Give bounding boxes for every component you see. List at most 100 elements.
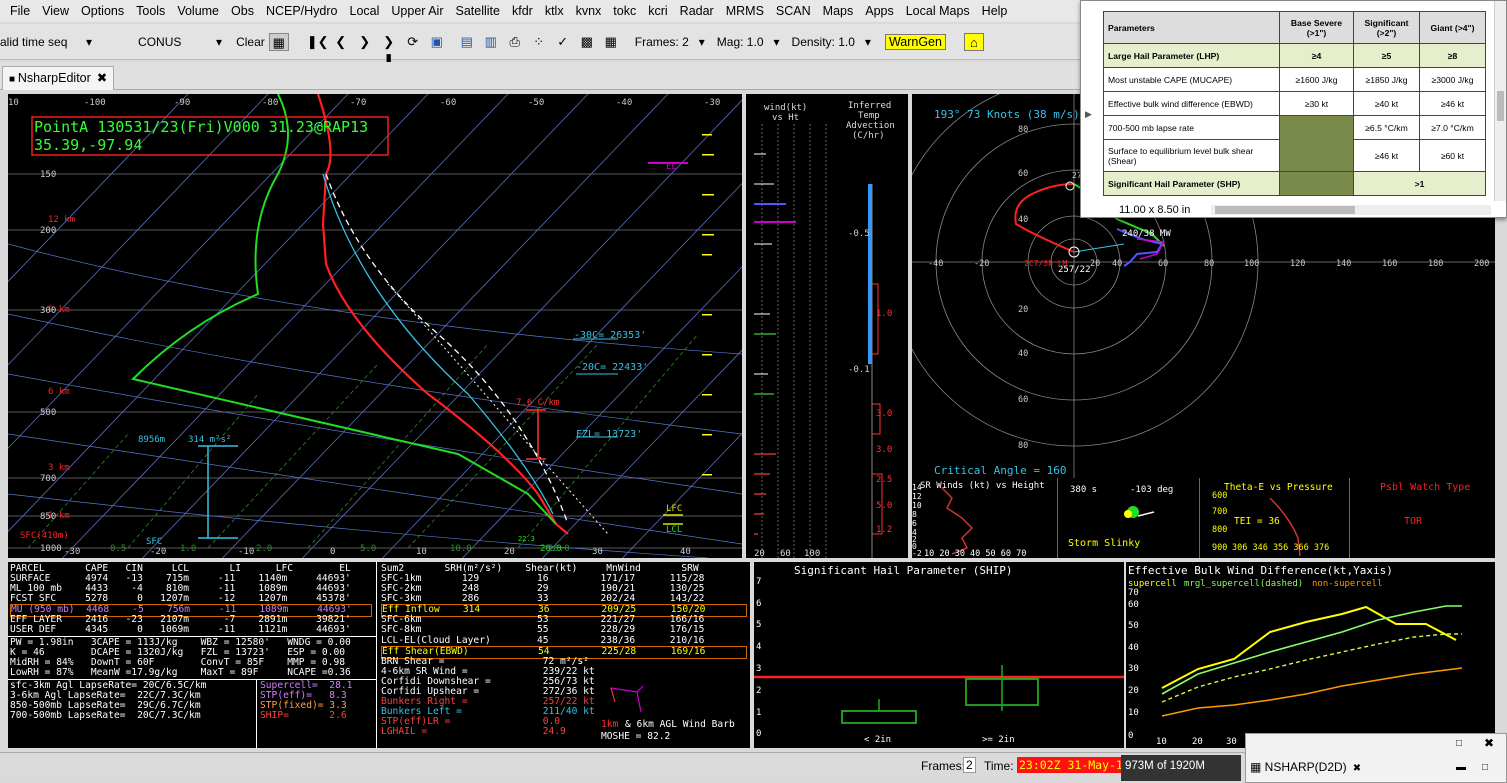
- hodo-y-60: 60: [1018, 169, 1028, 179]
- p-label-150: 150: [40, 170, 56, 180]
- sr-winds-trace: [941, 487, 974, 555]
- close-icon[interactable]: ✖: [1484, 736, 1494, 750]
- first-frame-icon[interactable]: ❚❮: [307, 33, 329, 51]
- nsharp-icon: ■: [9, 74, 18, 85]
- refresh-icon[interactable]: ▣: [427, 33, 447, 51]
- maximize-icon[interactable]: □: [1482, 762, 1488, 773]
- mix-label-5: 5.0: [360, 544, 376, 554]
- wind-axis-60: 60: [780, 549, 791, 558]
- kinematic-data-panel: Sum2 SRH(m²/s²) Shear(kt) MnWind SRW SFC…: [376, 562, 750, 748]
- menu-view[interactable]: View: [36, 4, 75, 18]
- wind-height-graph: wind(kt) vs Ht 20 60 100: [754, 103, 827, 558]
- scroll-left-arrow-icon[interactable]: ▶: [1085, 109, 1092, 120]
- menu-help[interactable]: Help: [976, 4, 1014, 18]
- menu-local[interactable]: Local: [344, 4, 386, 18]
- hail-parameter-popup[interactable]: Parameters Base Severe (>1") Significant…: [1080, 0, 1507, 218]
- kin-row-6: SFC-8km 55 228/29 176/15: [381, 624, 705, 635]
- panel-quad-icon[interactable]: ▦: [601, 33, 621, 51]
- panel-single-icon[interactable]: ▩: [577, 33, 597, 51]
- time-status-value: 23:02Z 31-May-13: [1017, 757, 1132, 773]
- menu-mrms[interactable]: MRMS: [720, 4, 770, 18]
- table-header-base: Base Severe (>1"): [1279, 11, 1354, 44]
- next-frame-icon[interactable]: ❯: [355, 33, 375, 51]
- ebwd-supercell-line: [1161, 605, 1457, 689]
- menu-ktlx[interactable]: ktlx: [539, 4, 570, 18]
- hodo-x-60: 60: [1158, 259, 1168, 269]
- menu-local-maps[interactable]: Local Maps: [900, 4, 976, 18]
- prev-frame-icon[interactable]: ❮: [331, 33, 351, 51]
- density-dropdown[interactable]: Density: 1.0 ▾: [792, 35, 871, 49]
- menu-tokc[interactable]: tokc: [607, 4, 642, 18]
- menu-kvnx[interactable]: kvnx: [570, 4, 608, 18]
- moshe-label: MOSHE = 82.2: [601, 731, 671, 742]
- menu-tools[interactable]: Tools: [130, 4, 171, 18]
- menu-apps[interactable]: Apps: [859, 4, 900, 18]
- hodo-x-80: 80: [1204, 259, 1214, 269]
- tab-nsharp-editor[interactable]: ■ NsharpEditor ✖: [2, 66, 115, 90]
- skewt-panel[interactable]: PointA 130531/23(Fri)V000 31.23@RAP13 35…: [8, 94, 742, 558]
- memory-usage[interactable]: 973M of 1920M: [1121, 755, 1241, 781]
- menu-maps[interactable]: Maps: [817, 4, 860, 18]
- restore-icon[interactable]: ▬: [1456, 762, 1466, 773]
- vertical-scrollbar[interactable]: [1494, 1, 1506, 201]
- menu-radar[interactable]: Radar: [674, 4, 720, 18]
- mag-dropdown[interactable]: Mag: 1.0 ▾: [717, 35, 780, 49]
- horizontal-scrollbar[interactable]: [1211, 205, 1491, 215]
- sr-y-6: 6: [912, 519, 917, 528]
- table-cell: ≥30 kt: [1279, 91, 1354, 116]
- hodo-y-60b: 60: [1018, 395, 1028, 405]
- advect-title-2: Temp: [858, 111, 880, 121]
- nsharp-tab[interactable]: ▦ NSHARP(D2D) ✖: [1250, 760, 1361, 774]
- minimize-icon[interactable]: □: [1456, 738, 1462, 749]
- menu-volume[interactable]: Volume: [171, 4, 225, 18]
- print-icon[interactable]: ⎙: [505, 33, 525, 51]
- nsharp-d2d-window[interactable]: □ ✖ ▦ NSHARP(D2D) ✖ ▬ □: [1245, 733, 1507, 783]
- close-icon[interactable]: ✖: [1353, 763, 1361, 774]
- ebwd-title: Effective Bulk Wind Difference(kt,Yaxis): [1128, 564, 1393, 577]
- menu-satellite[interactable]: Satellite: [450, 4, 506, 18]
- virtual-temp-trace: [387, 283, 609, 535]
- advect-title-4: (C/hr): [852, 131, 885, 141]
- sfc-dewpoint-value: 22.3: [518, 535, 535, 543]
- menu-obs[interactable]: Obs: [225, 4, 260, 18]
- image-icon[interactable]: ▤: [457, 33, 477, 51]
- graph-icon[interactable]: ▥: [481, 33, 501, 51]
- area-dropdown[interactable]: CONUS ▾: [138, 35, 222, 49]
- valid-time-seq-dropdown[interactable]: alid time seq ▾: [0, 35, 92, 49]
- divider: [256, 679, 257, 748]
- menu-upper-air[interactable]: Upper Air: [385, 4, 449, 18]
- last-frame-icon[interactable]: ❯❚: [379, 33, 399, 67]
- menu-kfdr[interactable]: kfdr: [506, 4, 539, 18]
- critical-angle-label: Critical Angle = 160: [934, 464, 1066, 477]
- parcel-trace: [325, 173, 569, 525]
- sfc-height-label: SFC(410m): [20, 531, 69, 541]
- tab-label: NsharpEditor: [17, 71, 91, 85]
- hodo-x-m20: -20: [974, 259, 989, 269]
- t-top-m40: -40: [616, 98, 632, 108]
- frames-dropdown[interactable]: Frames: 2 ▾: [635, 35, 705, 49]
- ebwd-x-20: 20: [1192, 737, 1203, 747]
- status-bar: Frames: 2 Time: 23:02Z 31-May-13 973M of…: [0, 733, 1507, 783]
- table-cell: ≥1600 J/kg: [1279, 67, 1354, 92]
- home-icon[interactable]: ⌂: [963, 32, 984, 51]
- menu-kcri[interactable]: kcri: [642, 4, 673, 18]
- comp-ship: SHIP= 2.6: [260, 710, 347, 721]
- menu-options[interactable]: Options: [75, 4, 130, 18]
- menu-file[interactable]: File: [4, 4, 36, 18]
- eff-inflow-srh-label: 314 m²s²: [188, 435, 231, 445]
- time-status-label: Time:: [984, 759, 1014, 773]
- eff-inflow-height-label: 8956m: [138, 435, 165, 445]
- clear-button[interactable]: Clear ▦: [236, 32, 291, 51]
- points-icon[interactable]: ⁘: [529, 33, 549, 51]
- ship-y-5: 5: [756, 620, 761, 630]
- hodo-x-20: 20: [1090, 259, 1100, 269]
- warngen-button[interactable]: WarnGen: [884, 33, 946, 50]
- parcel-row-fcst: FCST SFC 5278 0 1207m -12 1207m 45378': [10, 593, 351, 604]
- menu-scan[interactable]: SCAN: [770, 4, 817, 18]
- loop-icon[interactable]: ⟳: [403, 33, 423, 51]
- close-icon[interactable]: ✖: [97, 71, 107, 85]
- draw-icon[interactable]: ✓: [553, 33, 573, 51]
- table-cell-shaded: [1279, 171, 1354, 196]
- menu-ncep[interactable]: NCEP/Hydro: [260, 4, 344, 18]
- storm-slinky-graph: 380 s -103 deg Storm Slinky: [1068, 485, 1173, 549]
